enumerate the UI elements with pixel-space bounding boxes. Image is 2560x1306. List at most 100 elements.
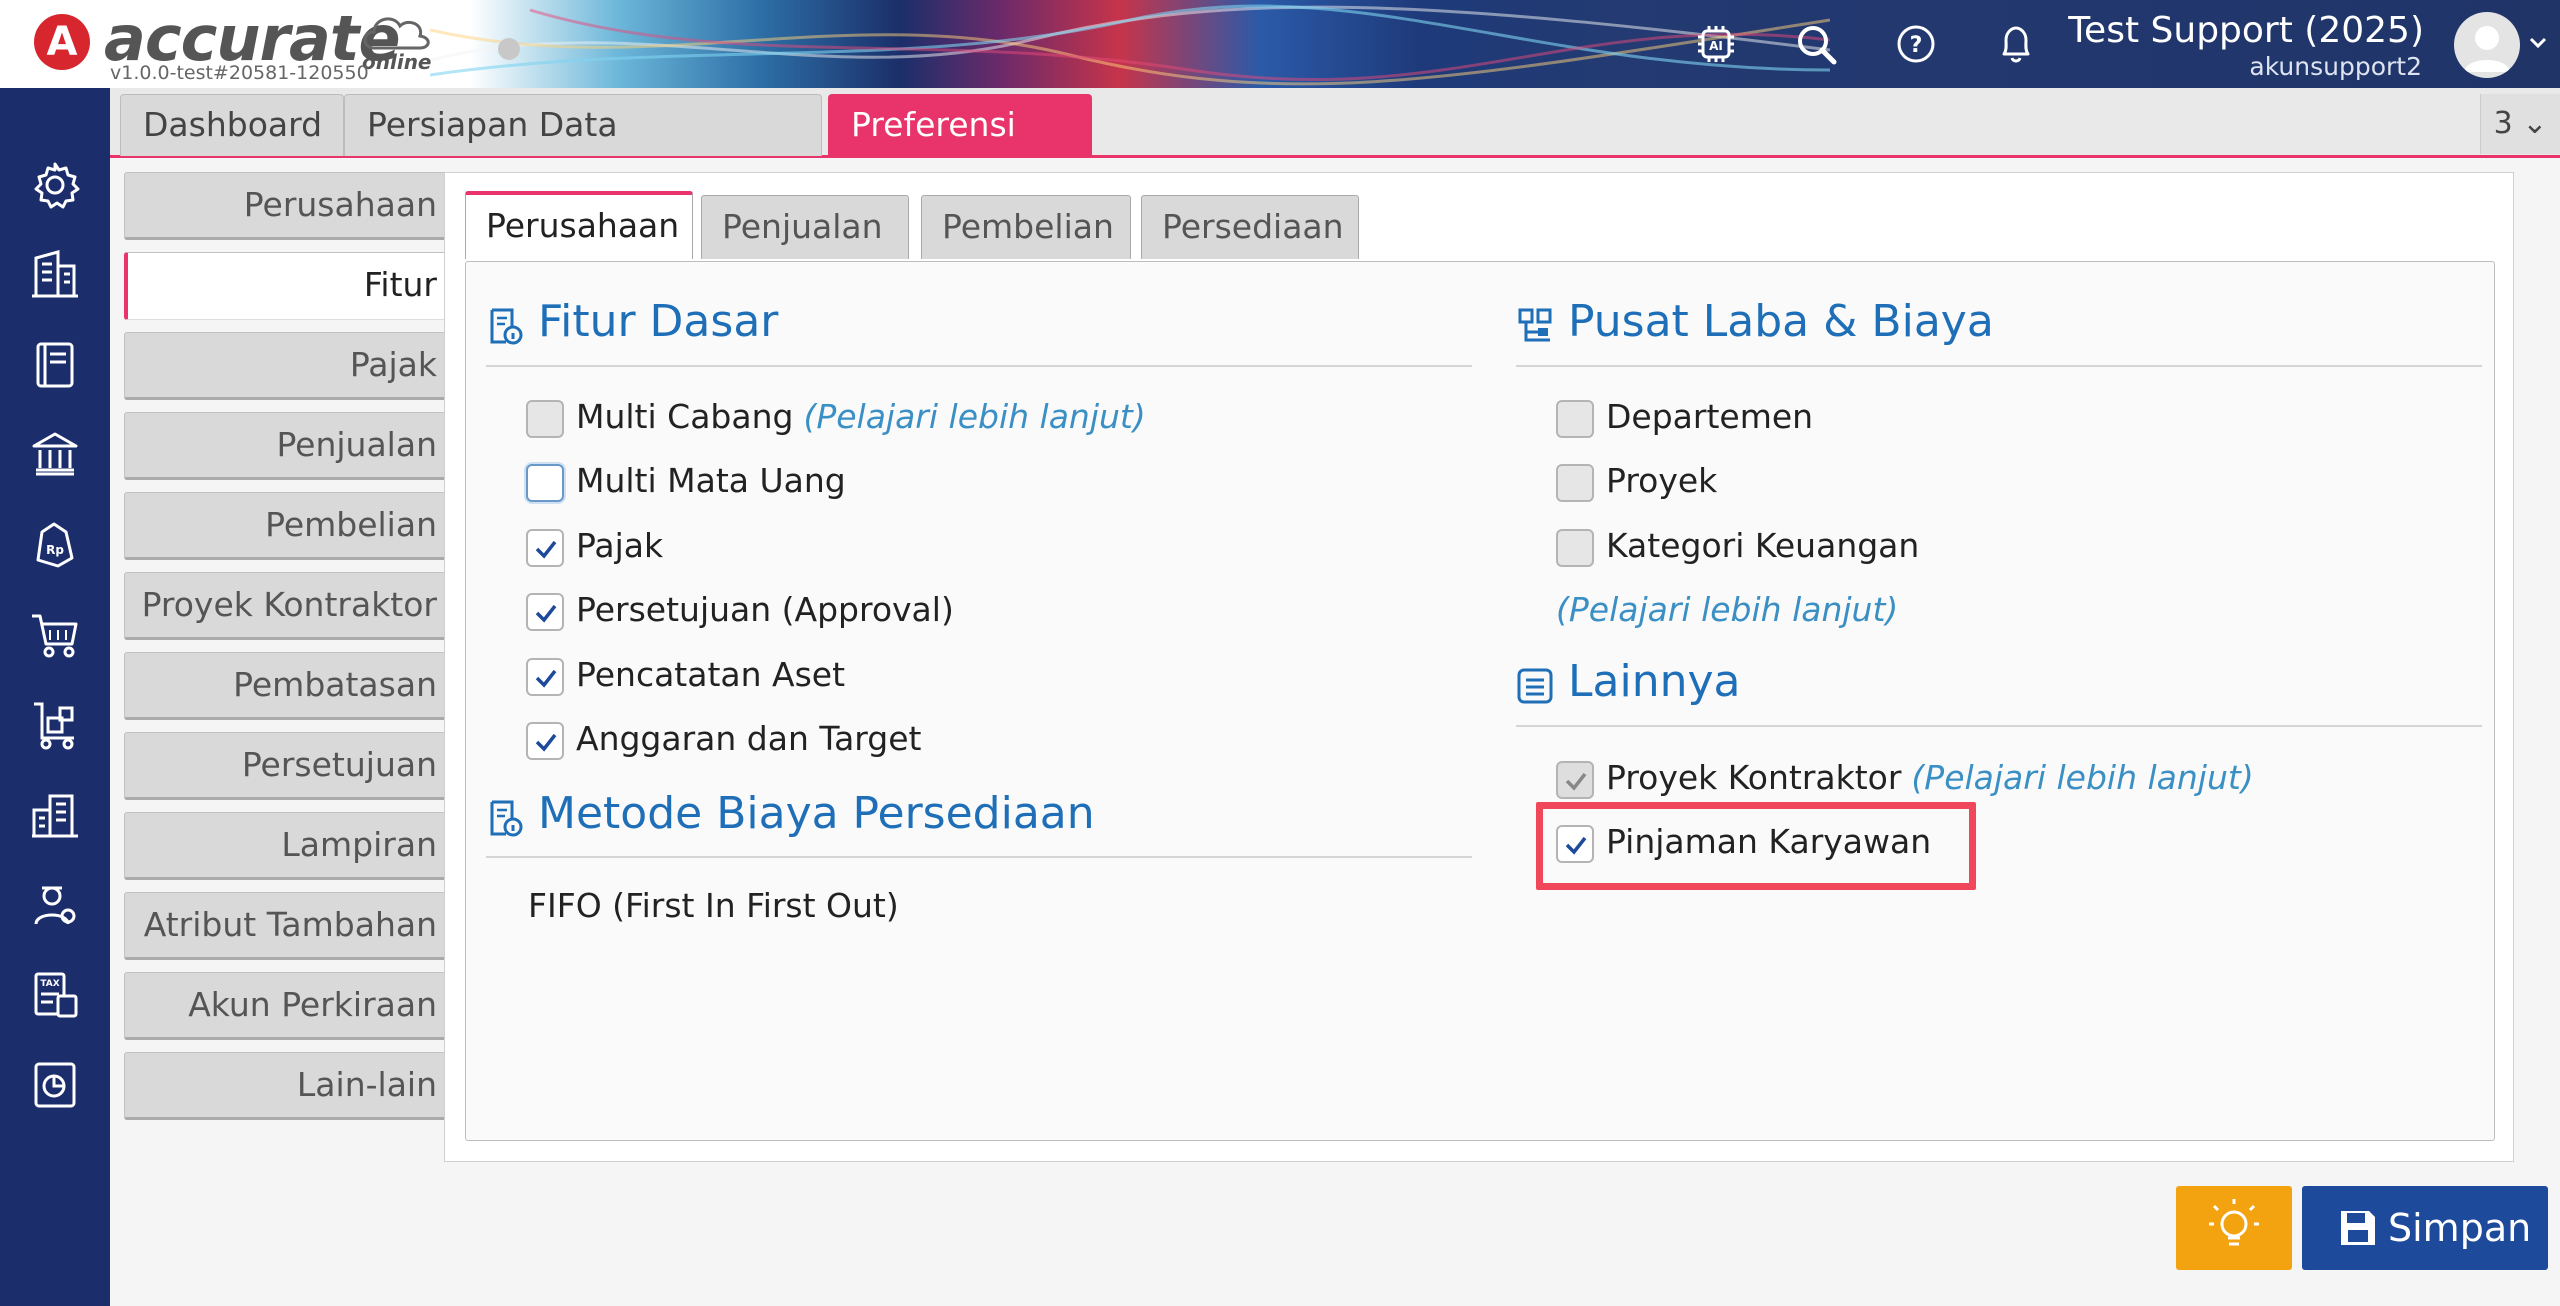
section-title-metode: Metode Biaya Persediaan <box>538 788 1095 839</box>
logo-sub: online <box>362 50 432 74</box>
checkbox-departemen[interactable] <box>1556 399 1594 438</box>
price-tag-icon[interactable]: Rp <box>28 518 82 572</box>
checkbox-row-multi-mata-uang[interactable]: Multi Mata Uang <box>526 460 846 502</box>
inventory-cart-icon[interactable] <box>28 698 82 752</box>
checkbox-kategori-keuangan[interactable] <box>1556 528 1594 567</box>
label-anggaran: Anggaran dan Target <box>576 719 922 758</box>
checkbox-row-proyek-kontraktor[interactable]: Proyek Kontraktor (Pelajari lebih lanjut) <box>1556 757 2254 799</box>
user-account: akunsupport2 <box>2249 52 2422 81</box>
help-icon[interactable]: ? <box>1894 22 1938 66</box>
checkbox-pencatatan-aset[interactable] <box>526 657 564 696</box>
menu-item-pembatasan[interactable]: Pembatasan <box>124 652 454 720</box>
organization-chart-icon <box>1518 308 1552 342</box>
book-icon[interactable] <box>28 338 82 392</box>
tab-inner-pembelian[interactable]: Pembelian <box>921 195 1131 259</box>
label-pencatatan-aset: Pencatatan Aset <box>576 655 846 694</box>
checkbox-row-pajak[interactable]: Pajak <box>526 525 663 567</box>
logo-icon: A <box>34 14 90 70</box>
checkbox-proyek-kontraktor[interactable] <box>1556 760 1594 799</box>
label-proyek-kontraktor: Proyek Kontraktor <box>1606 758 1902 797</box>
checkbox-multi-mata-uang[interactable] <box>526 463 564 502</box>
menu-item-pajak[interactable]: Pajak <box>124 332 454 400</box>
top-header: A accurate online v1.0.0-test#20581-1205… <box>0 0 2560 88</box>
menu-item-atribut-tambahan[interactable]: Atribut Tambahan <box>124 892 454 960</box>
learn-more-link[interactable]: (Pelajari lebih lanjut) <box>803 397 1145 436</box>
checkbox-row-departemen[interactable]: Departemen <box>1556 396 1813 438</box>
label-multi-cabang: Multi Cabang <box>576 397 794 436</box>
learn-more-link[interactable]: (Pelajari lebih lanjut) <box>1911 758 2253 797</box>
document-info-icon <box>490 800 523 837</box>
tab-dashboard[interactable]: Dashboard <box>120 94 344 156</box>
content-area: Perusahaan Fitur Pajak Penjualan Pembeli… <box>110 158 2560 1306</box>
checkbox-row-persetujuan[interactable]: Persetujuan (Approval) <box>526 589 954 631</box>
menu-item-pembelian[interactable]: Pembelian <box>124 492 454 560</box>
menu-item-lampiran[interactable]: Lampiran <box>124 812 454 880</box>
checkbox-proyek[interactable] <box>1556 463 1594 502</box>
settings-panel: Perusahaan Penjualan Pembelian Persediaa… <box>444 172 2514 1162</box>
bank-icon[interactable] <box>28 428 82 482</box>
section-title-pusat-laba: Pusat Laba & Biaya <box>1568 296 1994 347</box>
divider <box>1516 725 2482 727</box>
svg-text:?: ? <box>1910 33 1923 58</box>
user-name[interactable]: Test Support (2025) <box>2068 10 2424 51</box>
check-icon <box>535 604 557 623</box>
menu-item-proyek-kontraktor[interactable]: Proyek Kontraktor <box>124 572 454 640</box>
menu-item-penjualan[interactable]: Penjualan <box>124 412 454 480</box>
tab-inner-persediaan[interactable]: Persediaan <box>1141 195 1359 259</box>
tax-icon[interactable]: TAX <box>28 968 82 1022</box>
checkbox-row-kategori-keuangan[interactable]: Kategori Keuangan <box>1556 525 1919 567</box>
label-multi-mata-uang: Multi Mata Uang <box>576 461 846 500</box>
checkbox-anggaran[interactable] <box>526 721 564 760</box>
company-icon[interactable] <box>28 788 82 842</box>
building-icon[interactable] <box>28 248 82 302</box>
checkbox-pajak[interactable] <box>526 528 564 567</box>
report-chart-icon[interactable] <box>28 1058 82 1112</box>
search-icon[interactable] <box>1794 22 1838 66</box>
svg-text:AI: AI <box>1709 39 1723 53</box>
learn-more-link[interactable]: (Pelajari lebih lanjut) <box>1556 589 1898 631</box>
header-decoration <box>430 4 1830 86</box>
user-settings-icon[interactable] <box>28 878 82 932</box>
check-icon <box>535 733 557 752</box>
ai-chip-icon[interactable]: AI <box>1694 22 1738 66</box>
checkbox-multi-cabang[interactable] <box>526 399 564 438</box>
label-departemen: Departemen <box>1606 397 1814 436</box>
menu-item-persetujuan[interactable]: Persetujuan <box>124 732 454 800</box>
menu-item-perusahaan[interactable]: Perusahaan <box>124 172 454 240</box>
tab-preferensi-label: Preferensi <box>851 105 1016 144</box>
checkbox-row-multi-cabang[interactable]: Multi Cabang (Pelajari lebih lanjut) <box>526 396 1146 438</box>
tip-button[interactable] <box>2176 1186 2292 1270</box>
tab-persiapan-data[interactable]: Persiapan Data Perusahaan <box>344 94 822 204</box>
chevron-down-icon[interactable] <box>2526 30 2550 54</box>
tab-inner-penjualan[interactable]: Penjualan <box>701 195 909 259</box>
menu-item-lain-lain[interactable]: Lain-lain <box>124 1052 454 1120</box>
label-pajak: Pajak <box>576 526 664 565</box>
menu-item-akun-perkiraan[interactable]: Akun Perkiraan <box>124 972 454 1040</box>
avatar[interactable] <box>2454 12 2520 78</box>
version-text: v1.0.0-test#20581-120550 <box>110 62 369 84</box>
highlight-box <box>1536 802 1976 890</box>
check-icon <box>535 669 557 688</box>
cart-icon[interactable] <box>28 608 82 662</box>
bell-icon[interactable] <box>1994 22 2038 66</box>
tab-inner-perusahaan[interactable]: Perusahaan <box>465 191 693 259</box>
costing-method-value: FIFO (First In First Out) <box>528 886 899 925</box>
menu-item-fitur[interactable]: Fitur <box>124 252 454 320</box>
gear-icon[interactable] <box>28 158 82 212</box>
checkbox-row-proyek[interactable]: Proyek <box>1556 460 1717 502</box>
label-proyek: Proyek <box>1606 461 1718 500</box>
tab-counter[interactable]: 3 ⌄ <box>2480 94 2560 154</box>
divider <box>1516 365 2482 367</box>
tab-preferensi[interactable]: Preferensi✕ <box>828 94 1092 205</box>
svg-text:Rp: Rp <box>46 543 64 557</box>
cloud-icon <box>363 17 430 50</box>
checkbox-persetujuan[interactable] <box>526 592 564 631</box>
svg-text:TAX: TAX <box>40 979 59 989</box>
section-title-fitur-dasar: Fitur Dasar <box>538 296 779 347</box>
section-title-lainnya: Lainnya <box>1568 656 1741 707</box>
checkbox-row-pencatatan-aset[interactable]: Pencatatan Aset <box>526 654 845 696</box>
features-box: Fitur Dasar Multi Cabang (Pelajari lebih … <box>465 261 2495 1141</box>
save-button[interactable]: Simpan <box>2302 1186 2548 1270</box>
checkbox-row-anggaran[interactable]: Anggaran dan Target <box>526 718 921 760</box>
sidebar: Rp TAX <box>0 88 110 1306</box>
